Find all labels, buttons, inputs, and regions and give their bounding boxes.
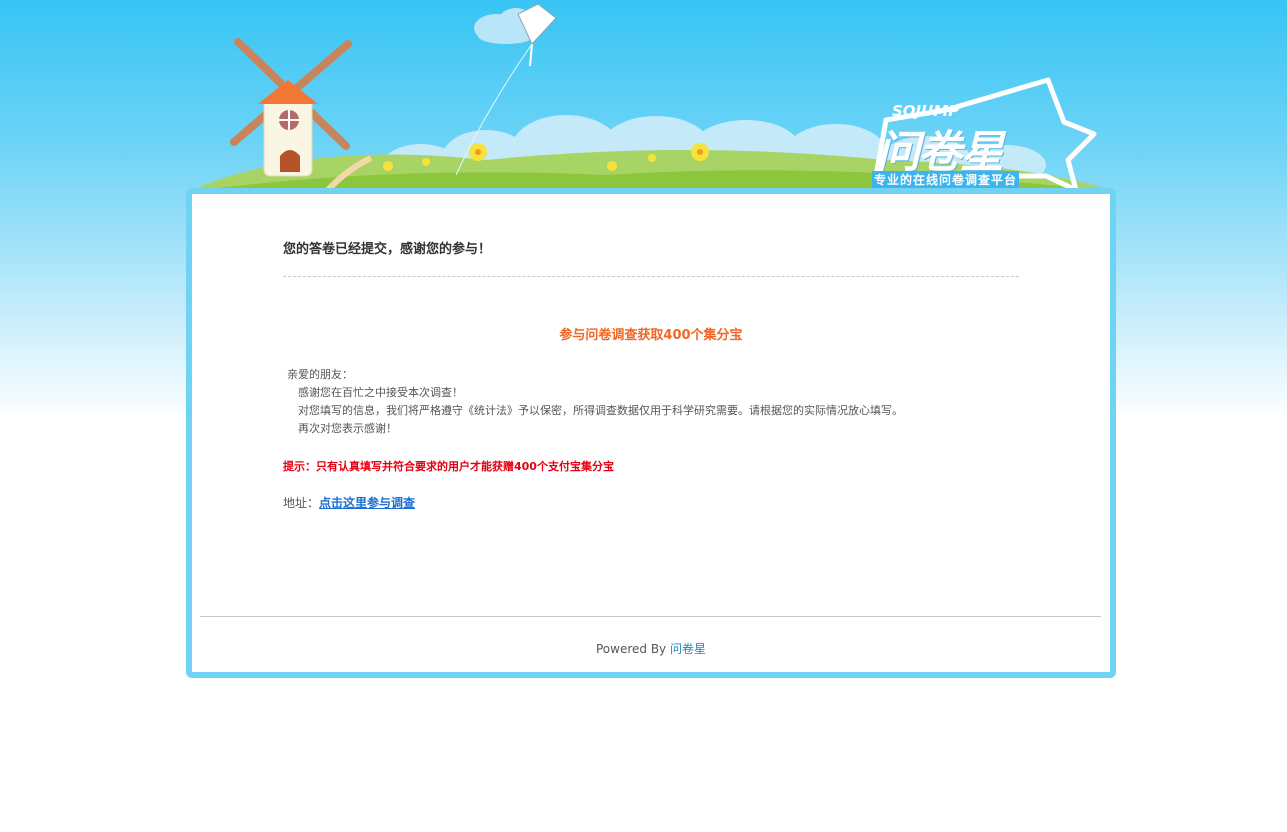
content-panel: 您的答卷已经提交，感谢您的参与！ 参与问卷调查获取400个集分宝 亲爱的朋友： … <box>186 188 1116 678</box>
logo-slogan: 专业的在线问卷调查平台 <box>872 171 1020 188</box>
powered-by-text: Powered By <box>595 642 667 656</box>
tip-text: 提示：只有认真填写并符合要求的用户才能获赠400个支付宝集分宝 <box>283 460 614 473</box>
windmill-icon <box>230 38 352 177</box>
survey-link[interactable]: 点击这里参与调查 <box>319 496 415 510</box>
thank-you-letter: 亲爱的朋友： 感谢您在百忙之中接受本次调查！ 对您填写的信息，我们将严格遵守《统… <box>287 366 903 438</box>
letter-line-2: 对您填写的信息，我们将严格遵守《统计法》予以保密，所得调查数据仅用于科学研究需要… <box>298 404 903 417</box>
brand-link[interactable]: 问卷星 <box>670 642 706 656</box>
page-title: 您的答卷已经提交，感谢您的参与！ <box>283 242 492 257</box>
footer-divider <box>200 616 1101 617</box>
letter-line-1: 感谢您在百忙之中接受本次调查！ <box>298 386 463 399</box>
divider <box>283 276 1019 277</box>
letter-line-3: 再次对您表示感谢！ <box>298 422 397 435</box>
address-row: 地址：点击这里参与调查 <box>283 494 415 511</box>
header-banner: SOJUMP 问卷星 专业的在线问卷调查平台 <box>186 0 1116 192</box>
footer: Powered By 问卷星 <box>192 640 1110 657</box>
address-label: 地址： <box>283 496 320 510</box>
letter-greeting: 亲爱的朋友： <box>287 368 353 381</box>
promo-heading: 参与问卷调查获取400个集分宝 <box>559 328 743 343</box>
